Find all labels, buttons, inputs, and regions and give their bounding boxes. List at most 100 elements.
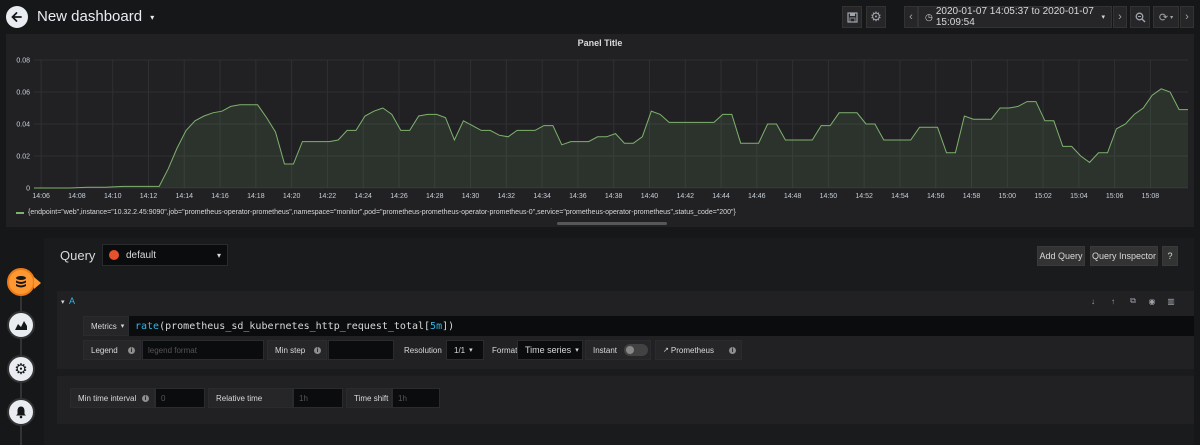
back-button[interactable] xyxy=(6,6,28,28)
min-interval-label-box: Min time interval i xyxy=(70,388,155,408)
x-tick-label: 14:40 xyxy=(641,193,659,200)
x-tick-label: 14:48 xyxy=(784,193,802,200)
caret-down-icon: ▾ xyxy=(1101,14,1105,21)
caret-down-icon: ▾ xyxy=(150,13,155,22)
query-row-a: ▾ A ↓ ↑ ⧉ ◉ ▥ Metrics ▾ rate(prometheus_… xyxy=(57,291,1194,369)
caret-down-icon: ▾ xyxy=(1170,14,1174,21)
caret-down-icon: ▾ xyxy=(61,299,65,306)
arrow-down-icon: ↓ xyxy=(1091,296,1095,306)
x-tick-label: 15:08 xyxy=(1142,193,1160,200)
cog-icon: ⚙ xyxy=(14,361,28,378)
resolution-select[interactable]: 1/1 ▾ xyxy=(446,340,484,360)
area-chart-icon xyxy=(15,321,27,330)
visualization-tab[interactable] xyxy=(7,311,35,339)
duplicate-query-button[interactable]: ⧉ xyxy=(1128,296,1138,306)
gear-icon: ⚙ xyxy=(870,9,882,24)
relative-time-input[interactable]: 1h xyxy=(293,388,343,408)
min-step-label-box: Min step i xyxy=(267,340,327,360)
legend-format-input[interactable]: legend format xyxy=(142,340,264,360)
caret-down-icon: ▾ xyxy=(120,323,125,330)
min-interval-input[interactable]: 0 xyxy=(155,388,205,408)
metrics-dropdown[interactable]: Metrics ▾ xyxy=(83,316,129,336)
x-tick-label: 14:26 xyxy=(390,193,408,200)
move-up-button[interactable]: ↑ xyxy=(1108,296,1118,306)
toggle-visibility-button[interactable]: ◉ xyxy=(1147,296,1157,306)
add-query-button[interactable]: Add Query xyxy=(1037,246,1085,266)
y-tick-label: 0.04 xyxy=(16,122,30,129)
alert-tab[interactable] xyxy=(7,398,35,426)
time-series-graph[interactable]: 00.020.040.060.08 14:06 14:08 14:10 14:12 14… xyxy=(6,34,1194,209)
info-icon[interactable]: i xyxy=(314,347,321,354)
instant-toggle[interactable] xyxy=(624,344,648,356)
general-settings-tab[interactable]: ⚙ xyxy=(7,355,35,383)
x-tick-label: 15:02 xyxy=(1034,193,1052,200)
queries-tab[interactable] xyxy=(7,268,35,296)
dashboard-title-text: New dashboard xyxy=(37,8,143,25)
promql-expression-text[interactable]: rate(prometheus_sd_kubernetes_http_reque… xyxy=(129,316,1194,336)
settings-button[interactable]: ⚙ xyxy=(866,6,886,28)
info-icon[interactable]: i xyxy=(142,395,149,402)
help-button[interactable]: ? xyxy=(1162,246,1178,266)
y-tick-label: 0 xyxy=(26,186,30,193)
x-tick-label: 14:22 xyxy=(319,193,337,200)
x-tick-label: 14:32 xyxy=(498,193,516,200)
query-row-toggle[interactable]: ▾ A xyxy=(61,296,75,306)
y-axis: 0 0.02 0.04 0.06 0.08 xyxy=(16,58,30,193)
move-down-button[interactable]: ↓ xyxy=(1088,296,1098,306)
x-tick-label: 14:12 xyxy=(140,193,158,200)
time-shift-back-button[interactable]: ‹ xyxy=(904,6,918,28)
query-inspector-button[interactable]: Query Inspector xyxy=(1090,246,1158,266)
time-shift-input[interactable]: 1h xyxy=(392,388,440,408)
x-tick-label: 14:06 xyxy=(32,193,50,200)
instant-toggle-box[interactable]: Instant xyxy=(585,340,651,360)
info-icon[interactable]: i xyxy=(128,347,135,354)
x-tick-label: 14:30 xyxy=(462,193,480,200)
time-shift-label: Time shift xyxy=(346,388,392,408)
legend-color-swatch xyxy=(16,211,24,214)
x-tick-label: 14:52 xyxy=(855,193,873,200)
relative-time-label: Relative time xyxy=(208,388,293,408)
dashboard-title[interactable]: New dashboard ▾ xyxy=(37,8,154,25)
x-tick-label: 15:06 xyxy=(1106,193,1124,200)
x-tick-label: 14:50 xyxy=(820,193,838,200)
zoom-out-icon xyxy=(1135,12,1146,23)
expr-range: 5m xyxy=(430,320,443,332)
save-dashboard-button[interactable] xyxy=(842,6,862,28)
clock-icon: ◷ xyxy=(925,11,933,22)
format-value: Time series xyxy=(525,345,572,355)
graph-panel: Panel Title 0 0.02 0.04 0.06 0.08 14:06 14:08… xyxy=(6,34,1194,227)
info-icon[interactable]: i xyxy=(729,347,736,354)
x-tick-label: 15:00 xyxy=(999,193,1017,200)
x-tick-label: 14:56 xyxy=(927,193,945,200)
graph-legend[interactable]: {endpoint="web",instance="10.32.2.45:909… xyxy=(16,209,736,216)
datasource-select[interactable]: default ▾ xyxy=(102,244,228,266)
x-tick-label: 14:20 xyxy=(283,193,301,200)
time-shift-forward-button[interactable]: › xyxy=(1113,6,1127,28)
caret-down-icon: ▾ xyxy=(216,250,221,260)
refresh-interval-button[interactable]: › xyxy=(1180,6,1194,28)
arrow-left-icon xyxy=(11,12,22,22)
min-step-input[interactable] xyxy=(328,340,394,360)
refresh-button[interactable]: ⟳ ▾ xyxy=(1153,6,1179,28)
prometheus-docs-link[interactable]: ↗ Prometheus i xyxy=(655,340,742,360)
y-tick-label: 0.06 xyxy=(16,90,30,97)
x-tick-label: 14:18 xyxy=(247,193,265,200)
arrow-up-icon: ↑ xyxy=(1111,296,1115,306)
time-picker-button[interactable]: ◷ 2020-01-07 14:05:37 to 2020-01-07 15:0… xyxy=(918,6,1112,28)
x-tick-label: 14:10 xyxy=(104,193,122,200)
remove-query-button[interactable]: ▥ xyxy=(1166,296,1176,306)
promql-expression-field[interactable]: rate(prometheus_sd_kubernetes_http_reque… xyxy=(129,316,1194,336)
y-tick-label: 0.02 xyxy=(16,154,30,161)
x-tick-label: 14:14 xyxy=(176,193,194,200)
database-icon xyxy=(16,276,26,288)
horizontal-scrollbar[interactable] xyxy=(557,222,667,225)
legend-series-label[interactable]: {endpoint="web",instance="10.32.2.45:909… xyxy=(28,209,736,216)
zoom-out-button[interactable] xyxy=(1130,6,1150,28)
x-tick-label: 14:44 xyxy=(712,193,730,200)
x-axis: 14:06 14:08 14:10 14:12 14:14 14:16 14:18 14:20… xyxy=(32,193,1159,200)
query-section-label: Query xyxy=(60,248,96,263)
format-select[interactable]: Time series ▾ xyxy=(517,340,583,360)
query-editor: Query default ▾ Add Query Query Inspecto… xyxy=(44,238,1194,445)
x-tick-label: 14:58 xyxy=(963,193,981,200)
expr-bracket-close: ]) xyxy=(442,320,455,332)
